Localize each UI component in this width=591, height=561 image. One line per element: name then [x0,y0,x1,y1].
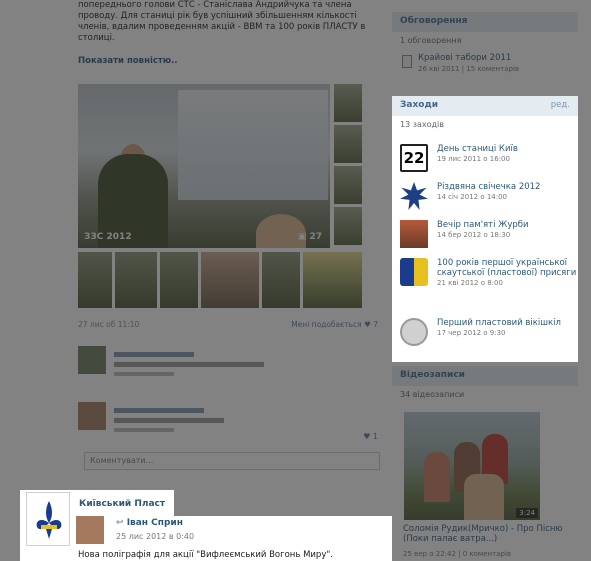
video-figure [464,474,504,520]
event-title: Перший пластовий вікішкіл 17 чер 2012 о 9… [437,318,577,338]
group-name-link[interactable]: Київський Пласт [76,496,174,514]
group-logo[interactable] [26,492,70,546]
event-title: Різдвяна свічечка 2012 14 січ 2012 о 14:0… [437,182,577,202]
event-date: 14 бер 2012 о 18:30 [437,231,511,239]
event-name: 100 років першої української скаутської … [437,258,577,278]
post-text: попереднього голови СТС - Станіслава Анд… [78,0,366,43]
thumbnail[interactable] [262,252,300,308]
author-date: 25 лис 2012 в 0:40 [116,532,195,541]
likes-label: Мені подобається [291,320,362,329]
videos-header[interactable]: Відеозаписи [392,366,578,386]
event-title: Вечір пам'яті Журби 14 бер 2012 о 18:30 [437,220,577,240]
thumbnail[interactable] [115,252,157,308]
page-canvas: попереднього голови СТС - Станіслава Анд… [0,0,591,561]
comment-item [78,346,378,376]
album-label: ЗЗС 2012 [84,232,132,242]
group-post-text: Нова поліграфія для акції "Вифлеємський … [78,550,333,560]
discussions-count: 1 обговорення [400,36,462,45]
discussions-header[interactable]: Обговорення [392,12,578,32]
comment-input[interactable]: Коментувати... [84,452,380,470]
plast-emblem-icon [400,258,428,286]
video-thumbnail[interactable]: 3:24 [404,412,540,520]
event-title: 100 років першої української скаутської … [437,258,577,288]
show-more-link[interactable]: Показати повністю.. [78,56,178,66]
comment-body [114,348,264,376]
like-button[interactable]: Мені подобається ♥ 7 [291,320,378,329]
album-cover-photo[interactable]: ЗЗС 2012 ▣ 27 [78,84,330,248]
thumbnail[interactable] [334,207,362,245]
events-title: Заходи [400,100,439,110]
photo-icon [400,220,428,248]
event-name: Вечір пам'яті Журби [437,220,529,230]
heart-icon: ♥ [364,320,371,329]
event-name: Різдвяна свічечка 2012 [437,182,541,192]
avatar[interactable] [78,402,106,430]
comment-likes-count: 1 [372,432,378,441]
events-count: 13 заходів [400,120,444,129]
photo-window [178,90,328,200]
calendar-icon: 22 [400,144,428,172]
photo-count: ▣ 27 [297,232,322,242]
thumbnail[interactable] [334,125,362,163]
thumbnail[interactable] [334,84,362,122]
event-date: 17 чер 2012 о 9:30 [437,329,506,337]
star-icon [400,182,428,210]
dim-overlay [578,96,591,362]
photo-count-value: 27 [309,232,322,242]
post-meta: 27 лис об 11:10 Мені подобається ♥ 7 [78,320,378,329]
video-duration: 3:24 [516,508,538,518]
events-header[interactable]: Заходи ред. [392,96,578,116]
bottom-thumbnails [78,252,362,308]
discussions-block: Обговорення 1 обговорення Крайові табори… [392,12,578,79]
thumbnail[interactable] [334,166,362,204]
avatar[interactable] [78,346,106,374]
discussion-item[interactable]: Крайові табори 2011 26 кві 2011 | 15 ком… [392,49,578,79]
event-date: 14 січ 2012 о 14:00 [437,193,508,201]
likes-count: 7 [373,320,378,329]
video-meta: 25 вер о 22:42 | 0 коментарів [403,550,511,558]
wikipedia-icon [400,318,428,346]
events-edit-link[interactable]: ред. [551,100,570,110]
share-icon: ↩ [116,518,124,528]
discussion-meta: 26 кві 2011 | 15 коментарів [418,65,519,73]
comment-likes[interactable]: ♥ 1 [363,432,378,441]
author-name-text: Іван Сприн [126,518,183,528]
side-thumbnails [334,84,362,248]
thumbnail[interactable] [201,252,259,308]
discussion-title: Крайові табори 2011 [418,53,512,63]
event-title: День станиці Київ 19 лис 2011 о 16:00 [437,144,577,164]
thumbnail[interactable] [303,252,362,308]
photo-person-2 [256,214,306,248]
event-date: 19 лис 2011 о 16:00 [437,155,510,163]
event-date: 21 кві 2012 о 8:00 [437,279,503,287]
comment-body [114,404,224,432]
document-icon [402,55,412,68]
lily-icon [36,501,62,539]
videos-block: Відеозаписи 34 відеозаписи 3:24 Соломія … [392,366,578,558]
event-name: День станиці Київ [437,144,518,154]
events-block: Заходи ред. 13 заходів 22 День станиці К… [392,96,578,362]
post-author: ↩ Іван Сприн 25 лис 2012 в 0:40 [76,516,316,546]
comment-item: ♥ 1 [78,402,378,441]
avatar[interactable] [76,516,104,544]
video-figure [424,452,450,502]
wall-feed: попереднього голови СТС - Станіслава Анд… [76,0,386,561]
author-name[interactable]: ↩ Іван Сприн [116,518,183,528]
event-name: Перший пластовий вікішкіл [437,318,561,328]
dim-overlay [0,490,20,561]
post-date[interactable]: 27 лис об 11:10 [78,320,139,329]
video-title-link[interactable]: Соломія Рудик(Мричко) - Про Пісню (Поки … [403,524,573,544]
thumbnail[interactable] [160,252,198,308]
thumbnail[interactable] [78,252,112,308]
videos-count: 34 відеозаписи [400,390,465,399]
